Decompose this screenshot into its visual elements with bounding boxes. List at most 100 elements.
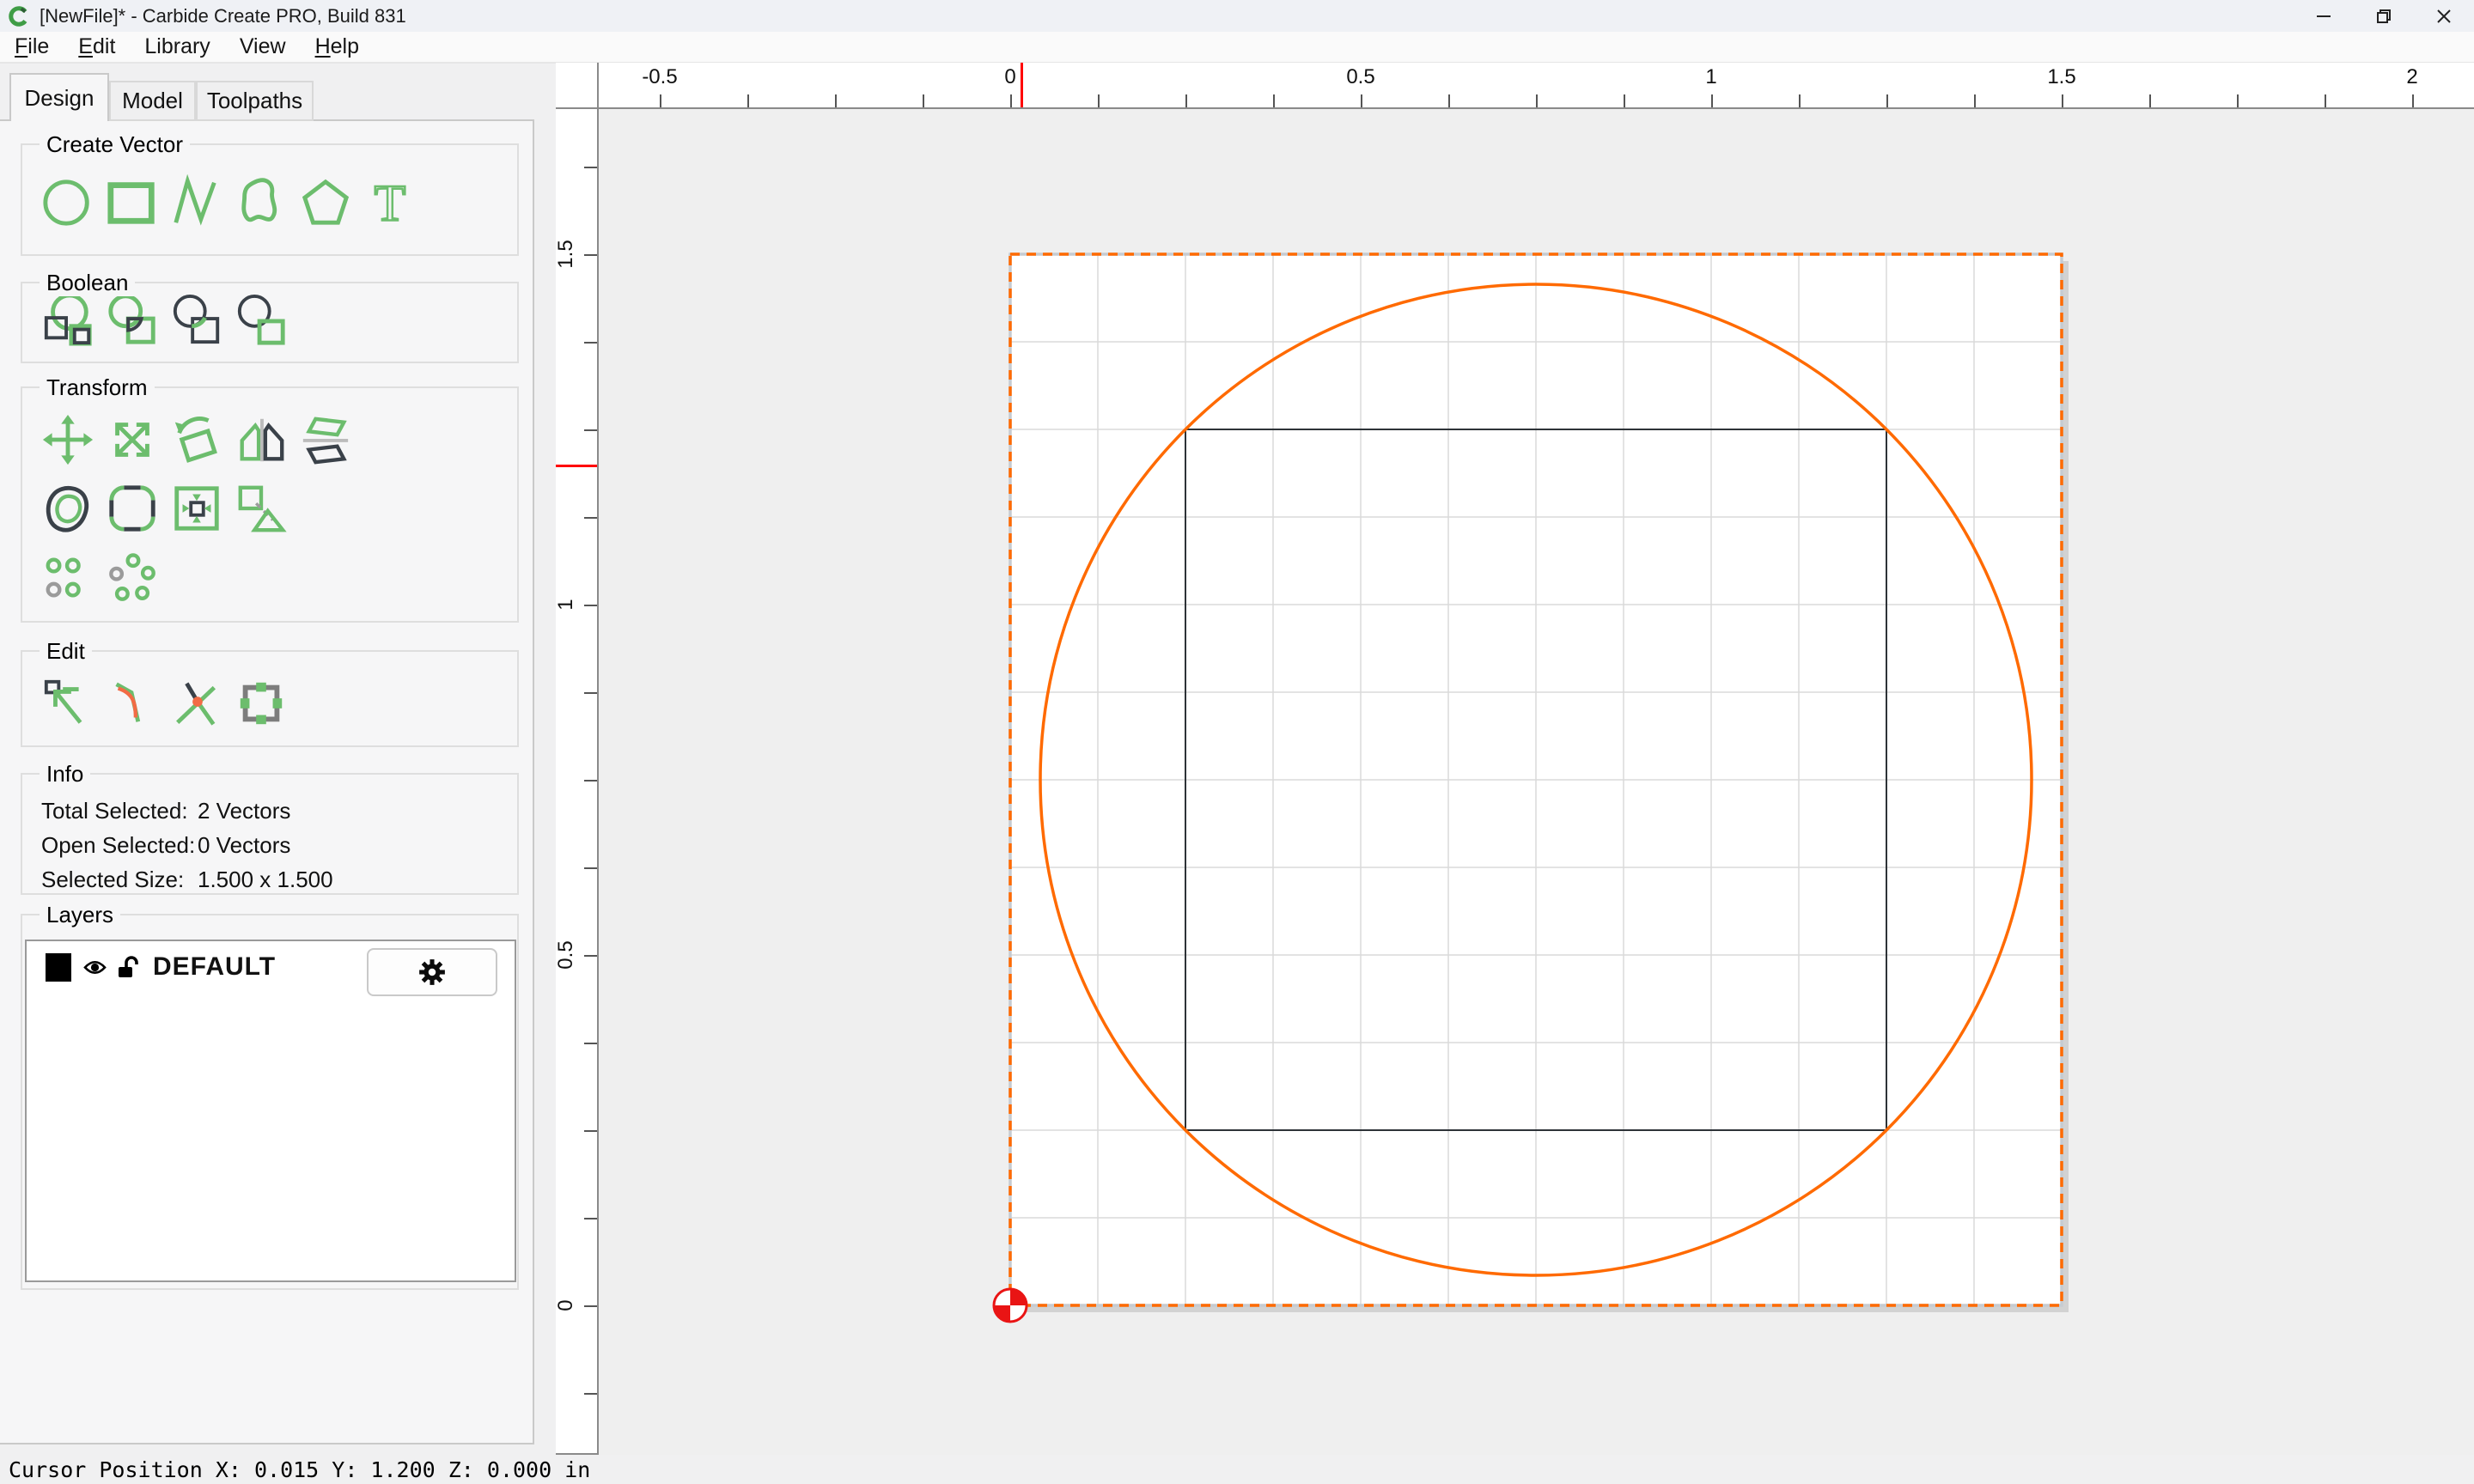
tab-bar: DesignModelToolpaths (9, 73, 314, 121)
ruler-tick (584, 1305, 597, 1307)
ruler-tick (584, 605, 597, 606)
layer-settings-button[interactable] (367, 948, 497, 996)
boolean-union-tool-button[interactable] (41, 292, 94, 347)
circular-array-icon (106, 551, 159, 606)
resize-shape-icon (235, 676, 288, 731)
rotate-tool-button[interactable] (170, 412, 223, 467)
boolean-union-icon (41, 292, 94, 347)
offset-vector-tool-button[interactable] (41, 481, 94, 536)
mirror-horizontal-icon (235, 412, 288, 467)
ruler-corner (556, 63, 599, 109)
ruler-label: 1 (1681, 65, 1741, 89)
menu-bar: FileEditLibraryViewHelp (0, 32, 2474, 64)
text-tool-button[interactable]: T (363, 174, 417, 229)
info-row-open-selected: Open Selected: 0 Vectors (41, 828, 517, 862)
ruler-tick (660, 94, 661, 107)
boolean-intersection-icon (106, 292, 159, 347)
create-vector-group: Create Vector T (21, 143, 519, 256)
ruler-tick (584, 167, 597, 168)
circular-array-tool-button[interactable] (106, 551, 159, 606)
trace-shape-tool-button[interactable] (235, 481, 288, 536)
menu-item-file[interactable]: File (0, 34, 64, 59)
polygon-icon (299, 174, 352, 229)
cursor-x-marker (1021, 63, 1023, 107)
menu-item-edit[interactable]: Edit (64, 34, 130, 59)
ruler-tick (584, 867, 597, 869)
edit-tangent-tool-button[interactable] (106, 676, 159, 731)
edit-nodes-tool-button[interactable] (41, 676, 94, 731)
info-label: Selected Size: (41, 862, 198, 897)
vertical-ruler: 00.511.5 (556, 109, 599, 1455)
mirror-horizontal-tool-button[interactable] (235, 412, 288, 467)
ruler-tick (2412, 94, 2414, 107)
edit-nodes-icon (41, 676, 94, 731)
ruler-tick (1886, 94, 1888, 107)
curve-tool-button[interactable] (235, 174, 288, 229)
circle-tool-button[interactable] (41, 174, 94, 229)
boolean-subtract-icon (170, 292, 223, 347)
tab-toolpaths[interactable]: Toolpaths (196, 81, 314, 121)
flip-vertical-tool-button[interactable] (299, 412, 352, 467)
ruler-label: 1.5 (2032, 65, 2092, 89)
polygon-tool-button[interactable] (299, 174, 352, 229)
ruler-tick (747, 94, 749, 107)
tab-model[interactable]: Model (109, 81, 196, 121)
ruler-tick (584, 692, 597, 694)
status-bar: Cursor Position X: 0.015 Y: 1.200 Z: 0.0… (0, 1455, 2474, 1484)
linear-array-tool-button[interactable] (41, 551, 94, 606)
info-value: 2 Vectors (198, 794, 290, 828)
move-tool-button[interactable] (41, 412, 94, 467)
split-vector-tool-button[interactable] (170, 676, 223, 731)
info-value: 0 Vectors (198, 828, 290, 862)
close-button[interactable] (2414, 0, 2474, 32)
ruler-tick (1974, 94, 1976, 107)
ruler-tick (584, 780, 597, 782)
info-title: Info (40, 761, 90, 788)
minimize-button[interactable] (2294, 0, 2354, 32)
window-title: [NewFile]* - Carbide Create PRO, Build 8… (40, 5, 406, 27)
scale-tool-button[interactable] (106, 412, 159, 467)
info-value: 1.500 x 1.500 (198, 862, 333, 897)
ruler-tick (1711, 94, 1713, 107)
ruler-label: 2 (2382, 65, 2442, 89)
boolean-intersection-tool-button[interactable] (106, 292, 159, 347)
fillet-corners-tool-button[interactable] (106, 481, 159, 536)
boolean-cut-tool-button[interactable] (235, 292, 288, 347)
polyline-tool-button[interactable] (170, 174, 223, 229)
menu-item-view[interactable]: View (225, 34, 301, 59)
design-canvas[interactable] (599, 109, 2474, 1455)
curve-icon (235, 174, 288, 229)
menu-item-library[interactable]: Library (130, 34, 224, 59)
ruler-tick (1624, 94, 1625, 107)
ruler-label: 1.5 (556, 228, 576, 281)
boolean-cut-icon (235, 292, 288, 347)
ruler-tick (1098, 94, 1100, 107)
resize-shape-tool-button[interactable] (235, 676, 288, 731)
edit-title: Edit (40, 638, 92, 665)
transform-group: Transform (21, 386, 519, 623)
tab-design[interactable]: Design (9, 73, 109, 121)
ruler-label: 0 (556, 1279, 576, 1332)
trace-shape-icon (235, 481, 288, 536)
layer-row-default[interactable]: DEFAULT (27, 941, 515, 993)
boolean-subtract-tool-button[interactable] (170, 292, 223, 347)
design-panel: Create Vector T Boolean Transform Edit I… (0, 119, 534, 1444)
ruler-tick (1273, 94, 1275, 107)
ruler-tick (1010, 94, 1012, 107)
origin-marker[interactable] (994, 1289, 1027, 1322)
layer-color-swatch[interactable] (46, 953, 71, 982)
rectangle-tool-button[interactable] (106, 174, 159, 229)
layer-visibility-eye-icon[interactable] (83, 958, 107, 976)
transform-title: Transform (40, 374, 155, 401)
inset-scale-tool-button[interactable] (170, 481, 223, 536)
menu-item-help[interactable]: Help (301, 34, 374, 59)
layer-name: DEFAULT (153, 952, 276, 982)
ruler-tick (1185, 94, 1187, 107)
ruler-tick (584, 1218, 597, 1219)
close-icon (2435, 8, 2453, 25)
layer-unlocked-icon[interactable] (117, 956, 141, 978)
ruler-tick (584, 342, 597, 344)
ruler-tick (584, 1393, 597, 1395)
restore-button[interactable] (2354, 0, 2414, 32)
ruler-tick (1448, 94, 1450, 107)
